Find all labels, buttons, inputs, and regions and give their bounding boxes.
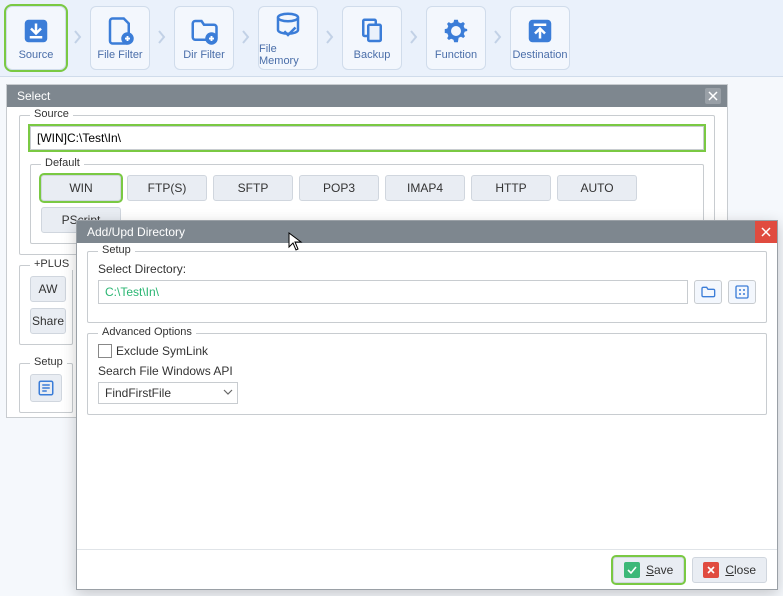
save-label-rest: ave xyxy=(654,563,673,577)
search-api-value: FindFirstFile xyxy=(105,386,171,400)
source-path-input[interactable] xyxy=(30,126,704,150)
dialog-titlebar: Add/Upd Directory xyxy=(77,221,777,243)
protocol-imap4-button[interactable]: IMAP4 xyxy=(385,175,465,201)
gear-icon xyxy=(440,15,472,47)
toolbar-file-filter[interactable]: File Filter xyxy=(90,6,150,70)
advanced-options-fieldset: Advanced Options Exclude SymLink Search … xyxy=(87,333,767,415)
protocol-pop3-button[interactable]: POP3 xyxy=(299,175,379,201)
select-directory-label: Select Directory: xyxy=(98,262,756,276)
search-api-label: Search File Windows API xyxy=(98,364,756,378)
browse-folder-button[interactable] xyxy=(694,280,722,304)
close-icon xyxy=(703,562,719,578)
directory-input[interactable] xyxy=(98,280,688,304)
dialog-footer: Save Close xyxy=(77,549,777,589)
copy-icon xyxy=(356,15,388,47)
dialog-title-text: Add/Upd Directory xyxy=(87,225,185,239)
upload-icon xyxy=(524,15,556,47)
source-legend: Source xyxy=(30,108,73,120)
toolbar-label: Destination xyxy=(512,49,567,61)
toolbar-label: Backup xyxy=(354,49,391,61)
protocol-ftps-button[interactable]: FTP(S) xyxy=(127,175,207,201)
folder-plus-icon xyxy=(188,15,220,47)
chevron-right-icon xyxy=(156,30,168,47)
chevron-right-icon xyxy=(408,30,420,47)
dialog-close-button[interactable] xyxy=(755,221,777,243)
chevron-right-icon xyxy=(240,30,252,47)
advanced-legend: Advanced Options xyxy=(98,326,196,338)
setup-button[interactable] xyxy=(30,374,62,402)
close-button[interactable]: Close xyxy=(692,557,767,583)
download-icon xyxy=(20,15,52,47)
toolbar-label: Function xyxy=(435,49,477,61)
toolbar-backup[interactable]: Backup xyxy=(342,6,402,70)
toolbar-function[interactable]: Function xyxy=(426,6,486,70)
setup-fieldset: Setup xyxy=(19,363,73,413)
toolbar-label: File Memory xyxy=(259,43,317,67)
setup-fieldset: Setup Select Directory: xyxy=(87,251,767,323)
save-button[interactable]: Save xyxy=(613,557,684,583)
file-plus-icon xyxy=(104,15,136,47)
select-titlebar: Select xyxy=(7,85,727,107)
exclude-symlink-label: Exclude SymLink xyxy=(116,344,208,358)
select-title-text: Select xyxy=(17,89,50,103)
main-toolbar: Source File Filter Dir Filter File Memor… xyxy=(0,0,783,77)
protocol-win-button[interactable]: WIN xyxy=(41,175,121,201)
toolbar-dir-filter[interactable]: Dir Filter xyxy=(174,6,234,70)
protocol-auto-button[interactable]: AUTO xyxy=(557,175,637,201)
close-mnemonic: C xyxy=(725,563,734,577)
toolbar-destination[interactable]: Destination xyxy=(510,6,570,70)
plus-legend: +PLUS xyxy=(30,258,73,270)
db-check-icon xyxy=(272,9,304,41)
chevron-down-icon xyxy=(223,386,233,400)
plus-aw-button[interactable]: AW xyxy=(30,276,66,302)
exclude-symlink-checkbox[interactable] xyxy=(98,344,112,358)
toolbar-label: File Filter xyxy=(97,49,142,61)
close-label-rest: lose xyxy=(734,563,756,577)
search-api-select[interactable]: FindFirstFile xyxy=(98,382,238,404)
toolbar-label: Dir Filter xyxy=(183,49,225,61)
toolbar-label: Source xyxy=(19,49,54,61)
toolbar-source[interactable]: Source xyxy=(6,6,66,70)
toolbar-file-memory[interactable]: File Memory xyxy=(258,6,318,70)
protocol-sftp-button[interactable]: SFTP xyxy=(213,175,293,201)
chevron-right-icon xyxy=(72,30,84,47)
save-mnemonic: S xyxy=(646,563,654,577)
chevron-right-icon xyxy=(492,30,504,47)
plus-share-button[interactable]: Share xyxy=(30,308,66,334)
directory-options-button[interactable] xyxy=(728,280,756,304)
add-upd-directory-dialog: Add/Upd Directory Setup Select Directory… xyxy=(76,220,778,590)
chevron-right-icon xyxy=(324,30,336,47)
protocol-http-button[interactable]: HTTP xyxy=(471,175,551,201)
check-icon xyxy=(624,562,640,578)
setup-legend: Setup xyxy=(30,356,67,368)
select-close-button[interactable] xyxy=(705,88,721,104)
plus-fieldset: +PLUS AW Share xyxy=(19,265,73,345)
default-legend: Default xyxy=(41,157,84,169)
dialog-setup-legend: Setup xyxy=(98,244,135,256)
